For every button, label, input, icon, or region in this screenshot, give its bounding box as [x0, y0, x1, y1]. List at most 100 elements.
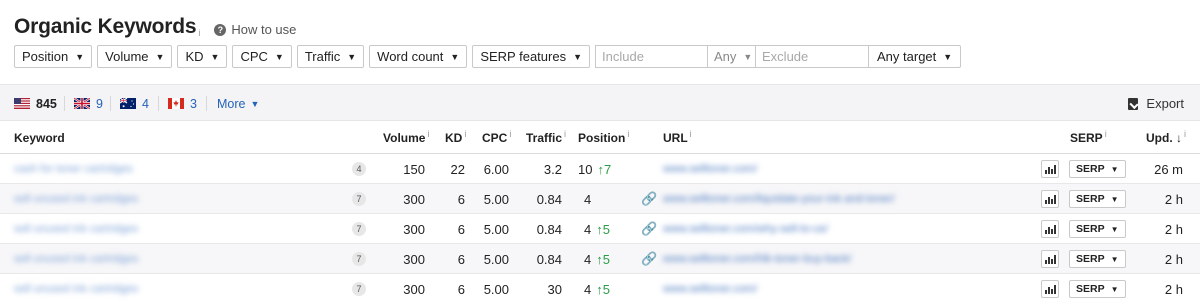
- word-count-filter[interactable]: Word count ▼: [369, 45, 468, 68]
- bar-chart-icon: [1041, 250, 1059, 268]
- url-text: www.selltoner.com/: [663, 283, 758, 295]
- url-cell[interactable]: www.selltoner.com/why-sell-to-us/: [663, 214, 828, 244]
- keyword-cell[interactable]: sell unused ink cartridges: [14, 214, 138, 244]
- col-position[interactable]: Position i: [578, 122, 629, 154]
- col-traffic[interactable]: Traffic i: [526, 122, 566, 154]
- link-button[interactable]: 🔗: [641, 184, 657, 214]
- caret-down-icon: ▼: [75, 51, 85, 62]
- url-cell[interactable]: www.selltoner.com/: [663, 274, 757, 304]
- url-text: www.selltoner.com/liquidate-your-ink-and…: [663, 193, 895, 205]
- caret-down-icon: ▼: [1110, 284, 1119, 294]
- url-text: www.selltoner.com/hlk-toner-buy-back/: [663, 253, 852, 265]
- kd-filter[interactable]: KD ▼: [177, 45, 228, 68]
- position-change: ↑5: [596, 221, 610, 237]
- caret-down-icon: ▼: [155, 51, 165, 62]
- cpc-filter[interactable]: CPC ▼: [232, 45, 292, 68]
- col-url[interactable]: URL i: [663, 122, 692, 154]
- chart-button[interactable]: [1041, 214, 1059, 244]
- bar-chart-icon: [1041, 220, 1059, 238]
- export-label: Export: [1146, 96, 1184, 111]
- position-cell: 4 ↑5: [584, 214, 610, 244]
- keyword-cell[interactable]: sell unused ink cartridges: [14, 244, 138, 274]
- col-kd[interactable]: KD i: [445, 122, 466, 154]
- bar-chart-icon: [1041, 190, 1059, 208]
- cpc-cell: 5.00: [483, 251, 509, 267]
- link-icon: 🔗: [641, 191, 658, 206]
- country-ca[interactable]: 3: [168, 85, 197, 122]
- question-icon: ?: [214, 23, 227, 36]
- keyword-cell[interactable]: cash for toner cartridges: [14, 154, 133, 184]
- filter-bar: Position ▼ Volume ▼ KD ▼ CPC ▼ Traffic ▼ Word…: [14, 45, 962, 68]
- position-value: 4: [584, 221, 592, 237]
- word-count-filter-label: Word count: [377, 49, 444, 64]
- any-select[interactable]: Any ▼: [708, 45, 757, 68]
- info-icon: i: [564, 129, 567, 139]
- export-button[interactable]: Export: [1128, 85, 1184, 122]
- position-cell: 10 ↑7: [578, 154, 611, 184]
- bar-chart-icon: [1041, 280, 1059, 298]
- link-button[interactable]: 🔗: [641, 244, 657, 274]
- info-icon: i: [1184, 129, 1186, 139]
- keyword-text: sell unused ink cartridges: [14, 283, 139, 295]
- serp-button[interactable]: SERP ▼: [1069, 244, 1126, 274]
- serp-feature-count: 7: [352, 274, 366, 304]
- keywords-table: Keyword Volume i KD i CPC i Traffic i Positi…: [0, 122, 1200, 304]
- volume-filter[interactable]: Volume ▼: [97, 45, 173, 68]
- download-icon: [1128, 97, 1139, 110]
- chart-button[interactable]: [1041, 274, 1059, 304]
- serp-feature-count: 7: [352, 184, 366, 214]
- chart-button[interactable]: [1041, 244, 1059, 274]
- count-badge: 4: [352, 162, 366, 176]
- url-cell[interactable]: www.selltoner.com/: [663, 154, 757, 184]
- chart-button[interactable]: [1041, 154, 1059, 184]
- info-icon[interactable]: i: [198, 28, 200, 38]
- more-countries-button[interactable]: More ▼: [217, 85, 259, 122]
- traffic-filter[interactable]: Traffic ▼: [296, 45, 365, 68]
- serp-button[interactable]: SERP ▼: [1069, 154, 1126, 184]
- keyword-cell[interactable]: sell unused ink cartridges: [14, 274, 138, 304]
- more-label: More: [217, 96, 246, 111]
- table-row: cash for toner cartridges 4 150 22 6.00 …: [0, 154, 1200, 184]
- url-cell[interactable]: www.selltoner.com/hlk-toner-buy-back/: [663, 244, 851, 274]
- country-count: 9: [96, 96, 103, 111]
- serp-button[interactable]: SERP ▼: [1069, 214, 1126, 244]
- caret-down-icon: ▼: [274, 51, 284, 62]
- serp-button[interactable]: SERP ▼: [1069, 274, 1126, 304]
- volume-filter-label: Volume: [105, 49, 149, 64]
- col-cpc[interactable]: CPC i: [482, 122, 511, 154]
- how-to-use-link[interactable]: ? How to use: [214, 22, 296, 37]
- position-filter[interactable]: Position ▼: [14, 45, 93, 68]
- include-input[interactable]: Include: [595, 45, 709, 68]
- col-cpc-label: CPC: [482, 131, 508, 145]
- cpc-cell: 5.00: [483, 281, 509, 297]
- chart-button[interactable]: [1041, 184, 1059, 214]
- how-to-use-label: How to use: [231, 22, 297, 37]
- any-target-select[interactable]: Any target ▼: [869, 45, 962, 68]
- col-volume[interactable]: Volume i: [383, 122, 429, 154]
- uk-flag-icon: [74, 98, 90, 109]
- col-upd[interactable]: Upd. ↓ i: [1146, 122, 1186, 154]
- table-row: sell unused ink cartridges 7 300 6 5.00 …: [0, 274, 1200, 304]
- col-serp[interactable]: SERP i: [1070, 122, 1107, 154]
- serp-label: SERP: [1076, 283, 1105, 295]
- serp-dropdown: SERP ▼: [1069, 220, 1126, 238]
- serp-button[interactable]: SERP ▼: [1069, 184, 1126, 214]
- col-keyword[interactable]: Keyword: [14, 122, 65, 154]
- serp-features-filter[interactable]: SERP features ▼: [472, 45, 591, 68]
- au-flag-icon: [120, 98, 136, 109]
- link-button[interactable]: 🔗: [641, 214, 657, 244]
- any-select-label: Any: [714, 49, 737, 64]
- position-cell: 4 ↑5: [584, 244, 610, 274]
- keyword-text: cash for toner cartridges: [14, 163, 133, 175]
- keyword-cell[interactable]: sell unused ink cartridges: [14, 184, 138, 214]
- country-uk[interactable]: 9: [74, 85, 103, 122]
- exclude-input[interactable]: Exclude: [756, 45, 870, 68]
- country-bar: 845 9 4 3 More ▼ Export: [0, 84, 1200, 121]
- table-row: sell unused ink cartridges 7 300 6 5.00 …: [0, 214, 1200, 244]
- country-us[interactable]: 845: [14, 85, 57, 122]
- cpc-cell: 5.00: [483, 221, 509, 237]
- count-badge: 7: [352, 222, 366, 236]
- upd-cell: 2 h: [1164, 191, 1183, 207]
- country-au[interactable]: 4: [120, 85, 149, 122]
- url-cell[interactable]: www.selltoner.com/liquidate-your-ink-and…: [663, 184, 895, 214]
